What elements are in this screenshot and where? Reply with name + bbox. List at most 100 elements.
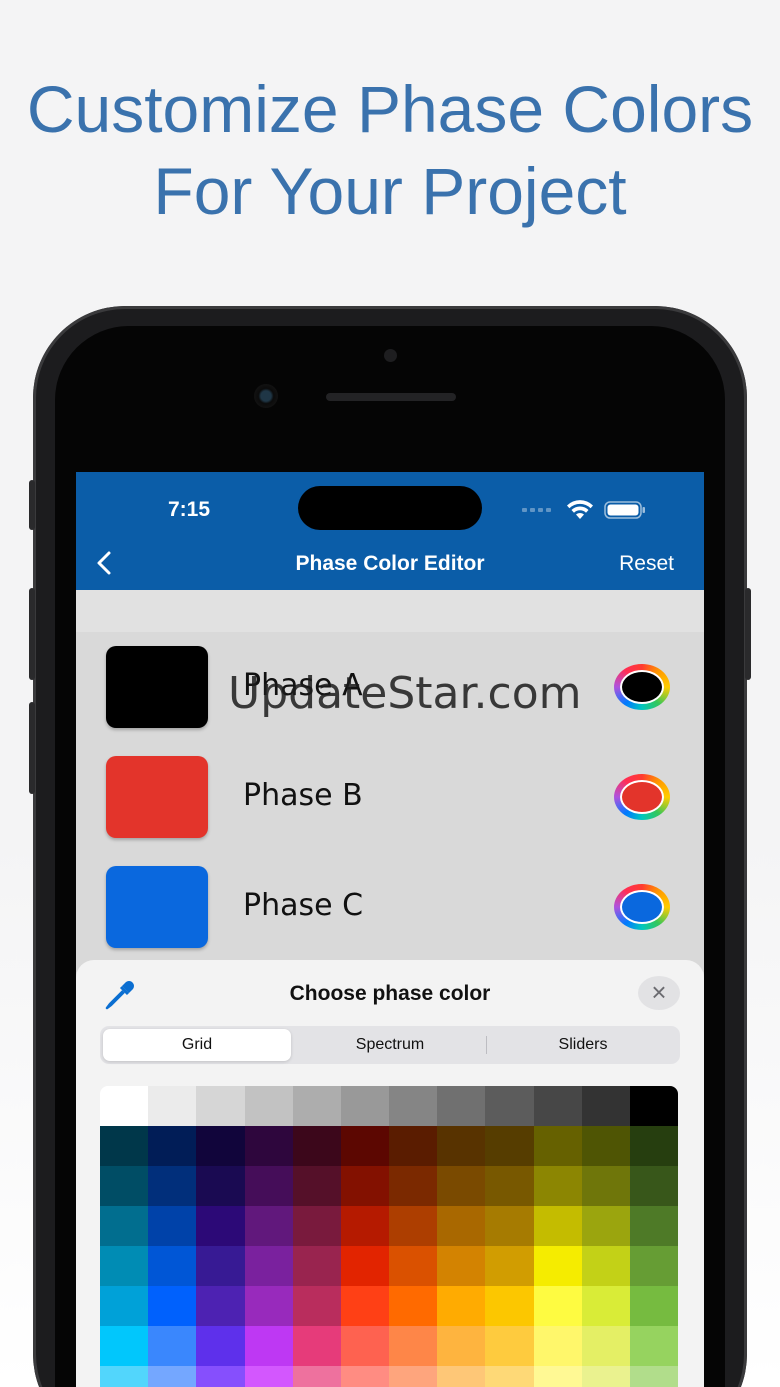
color-swatch[interactable] xyxy=(581,1126,630,1166)
color-swatch[interactable] xyxy=(244,1166,293,1206)
color-swatch[interactable] xyxy=(581,1246,630,1286)
color-swatch[interactable] xyxy=(340,1086,389,1126)
color-swatch[interactable] xyxy=(437,1326,486,1366)
color-swatch[interactable] xyxy=(292,1286,341,1326)
tab-spectrum[interactable]: Spectrum xyxy=(296,1029,484,1061)
color-swatch[interactable] xyxy=(340,1326,389,1366)
color-swatch[interactable] xyxy=(389,1286,438,1326)
color-swatch[interactable] xyxy=(533,1366,582,1387)
color-swatch[interactable] xyxy=(100,1086,149,1126)
color-swatch[interactable] xyxy=(100,1206,149,1246)
reset-button[interactable]: Reset xyxy=(619,552,674,576)
phase-c-swatch[interactable] xyxy=(106,866,208,948)
color-swatch[interactable] xyxy=(244,1206,293,1246)
color-swatch[interactable] xyxy=(100,1286,149,1326)
color-swatch[interactable] xyxy=(196,1246,245,1286)
color-swatch[interactable] xyxy=(533,1126,582,1166)
color-swatch[interactable] xyxy=(292,1086,341,1126)
color-swatch[interactable] xyxy=(244,1286,293,1326)
color-swatch[interactable] xyxy=(389,1086,438,1126)
color-swatch[interactable] xyxy=(533,1166,582,1206)
color-swatch[interactable] xyxy=(629,1366,678,1387)
color-swatch[interactable] xyxy=(196,1206,245,1246)
color-swatch[interactable] xyxy=(148,1126,197,1166)
phase-b-swatch[interactable] xyxy=(106,756,208,838)
color-swatch[interactable] xyxy=(437,1286,486,1326)
color-swatch[interactable] xyxy=(100,1126,149,1166)
color-swatch[interactable] xyxy=(629,1286,678,1326)
color-swatch[interactable] xyxy=(148,1326,197,1366)
color-swatch[interactable] xyxy=(485,1126,534,1166)
color-swatch[interactable] xyxy=(533,1326,582,1366)
color-swatch[interactable] xyxy=(148,1286,197,1326)
color-swatch[interactable] xyxy=(340,1206,389,1246)
color-swatch[interactable] xyxy=(533,1246,582,1286)
color-swatch[interactable] xyxy=(244,1086,293,1126)
color-swatch[interactable] xyxy=(533,1286,582,1326)
color-swatch[interactable] xyxy=(533,1086,582,1126)
color-swatch[interactable] xyxy=(485,1246,534,1286)
color-swatch[interactable] xyxy=(581,1326,630,1366)
color-swatch[interactable] xyxy=(629,1206,678,1246)
color-swatch[interactable] xyxy=(389,1206,438,1246)
color-swatch[interactable] xyxy=(100,1326,149,1366)
color-swatch[interactable] xyxy=(148,1166,197,1206)
color-swatch[interactable] xyxy=(581,1166,630,1206)
color-swatch[interactable] xyxy=(389,1126,438,1166)
color-swatch[interactable] xyxy=(437,1366,486,1387)
color-swatch[interactable] xyxy=(244,1326,293,1366)
color-swatch[interactable] xyxy=(629,1246,678,1286)
color-swatch[interactable] xyxy=(148,1206,197,1246)
color-swatch[interactable] xyxy=(100,1166,149,1206)
color-swatch[interactable] xyxy=(148,1246,197,1286)
color-wheel-icon[interactable] xyxy=(614,884,670,930)
close-icon[interactable]: × xyxy=(638,976,680,1010)
color-swatch[interactable] xyxy=(340,1126,389,1166)
color-swatch[interactable] xyxy=(340,1366,389,1387)
color-swatch[interactable] xyxy=(148,1366,197,1387)
color-swatch[interactable] xyxy=(485,1326,534,1366)
color-swatch[interactable] xyxy=(485,1086,534,1126)
color-swatch[interactable] xyxy=(244,1246,293,1286)
color-swatch[interactable] xyxy=(437,1086,486,1126)
color-swatch[interactable] xyxy=(100,1246,149,1286)
color-swatch[interactable] xyxy=(244,1366,293,1387)
color-swatch[interactable] xyxy=(196,1126,245,1166)
color-swatch[interactable] xyxy=(100,1366,149,1387)
color-swatch[interactable] xyxy=(340,1166,389,1206)
color-swatch[interactable] xyxy=(437,1166,486,1206)
color-swatch[interactable] xyxy=(292,1126,341,1166)
color-swatch[interactable] xyxy=(629,1326,678,1366)
color-swatch[interactable] xyxy=(581,1206,630,1246)
tab-sliders[interactable]: Sliders xyxy=(489,1029,677,1061)
color-swatch[interactable] xyxy=(148,1086,197,1126)
color-swatch[interactable] xyxy=(196,1086,245,1126)
color-swatch[interactable] xyxy=(485,1206,534,1246)
phase-row-b[interactable]: Phase B xyxy=(76,742,704,852)
color-swatch[interactable] xyxy=(485,1286,534,1326)
phase-row-c[interactable]: Phase C xyxy=(76,852,704,962)
color-swatch[interactable] xyxy=(244,1126,293,1166)
color-swatch[interactable] xyxy=(340,1286,389,1326)
color-swatch[interactable] xyxy=(629,1126,678,1166)
color-swatch[interactable] xyxy=(389,1366,438,1387)
color-swatch[interactable] xyxy=(485,1166,534,1206)
color-swatch[interactable] xyxy=(533,1206,582,1246)
color-swatch[interactable] xyxy=(292,1206,341,1246)
color-swatch[interactable] xyxy=(292,1246,341,1286)
color-swatch[interactable] xyxy=(196,1286,245,1326)
color-swatch[interactable] xyxy=(292,1166,341,1206)
color-swatch[interactable] xyxy=(196,1166,245,1206)
color-swatch[interactable] xyxy=(581,1086,630,1126)
color-wheel-icon[interactable] xyxy=(614,664,670,710)
color-swatch[interactable] xyxy=(437,1206,486,1246)
phase-a-swatch[interactable] xyxy=(106,646,208,728)
color-swatch[interactable] xyxy=(581,1366,630,1387)
color-swatch[interactable] xyxy=(292,1326,341,1366)
color-wheel-icon[interactable] xyxy=(614,774,670,820)
color-swatch[interactable] xyxy=(629,1166,678,1206)
tab-grid[interactable]: Grid xyxy=(103,1029,291,1061)
color-swatch[interactable] xyxy=(629,1086,678,1126)
color-swatch[interactable] xyxy=(196,1326,245,1366)
color-swatch[interactable] xyxy=(581,1286,630,1326)
